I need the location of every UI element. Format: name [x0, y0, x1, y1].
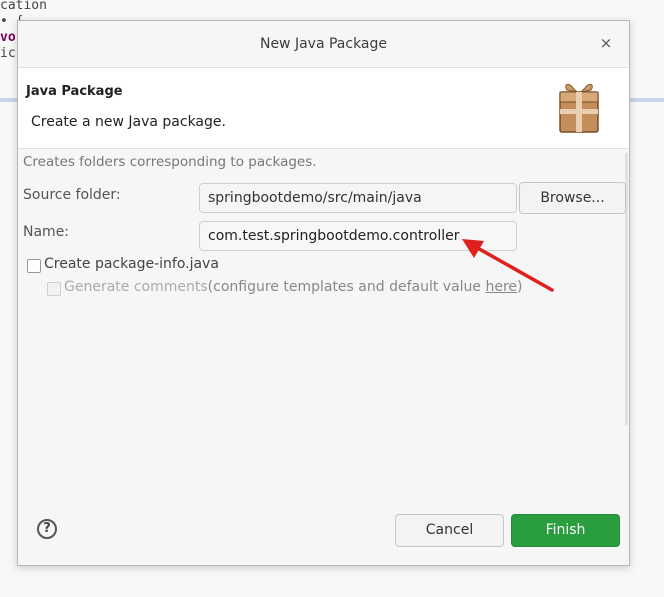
editor-highlight-strip	[630, 98, 664, 102]
create-package-info-label: Create package-info.java	[44, 256, 219, 272]
code-line: vo	[0, 30, 16, 45]
annotation-arrow-icon	[462, 239, 554, 292]
code-line: ic	[0, 46, 16, 61]
name-label: Name:	[23, 224, 70, 240]
editor-highlight-strip	[0, 98, 18, 102]
wizard-banner: Java Package Create a new Java package.	[18, 67, 629, 149]
wizard-description: Creates folders corresponding to package…	[23, 154, 317, 170]
help-icon[interactable]: ?	[37, 519, 57, 539]
package-icon	[559, 83, 599, 133]
banner-subtitle: Create a new Java package.	[31, 114, 226, 130]
dialog-title: New Java Package	[259, 36, 388, 52]
source-folder-field[interactable]: springbootdemo/src/main/java	[199, 183, 517, 213]
cancel-button[interactable]: Cancel	[395, 514, 504, 547]
code-line: cation	[0, 0, 47, 13]
browse-button[interactable]: Browse...	[519, 182, 626, 214]
finish-button[interactable]: Finish	[511, 514, 620, 547]
banner-title: Java Package	[26, 84, 123, 99]
source-folder-label: Source folder:	[23, 187, 121, 203]
wizard-body: Creates folders corresponding to package…	[18, 149, 629, 479]
generate-comments-checkbox[interactable]	[47, 282, 61, 296]
close-icon[interactable]: ×	[597, 34, 615, 52]
configure-templates-text: (configure templates and default value	[207, 279, 486, 295]
dialog-titlebar[interactable]: New Java Package ×	[18, 21, 629, 67]
generate-comments-label: Generate comments	[64, 279, 208, 295]
create-package-info-checkbox[interactable]	[27, 259, 41, 273]
